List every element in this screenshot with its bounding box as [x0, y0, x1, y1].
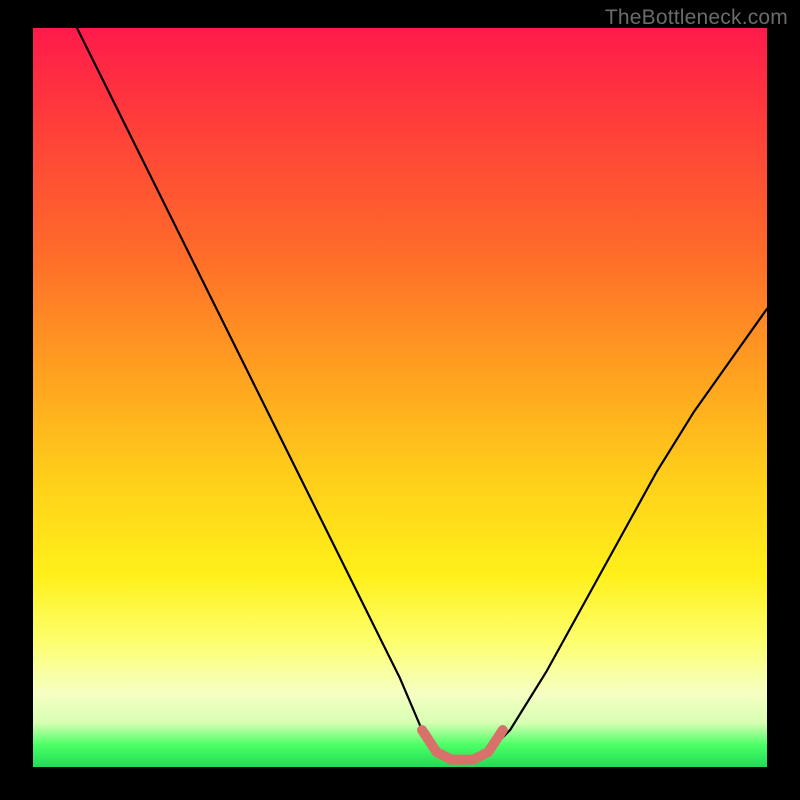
chart-frame: TheBottleneck.com	[0, 0, 800, 800]
bottleneck-curve	[77, 28, 767, 760]
chart-svg	[33, 28, 767, 767]
plot-area	[33, 28, 767, 767]
optimal-band	[422, 730, 503, 760]
watermark-text: TheBottleneck.com	[605, 6, 788, 30]
